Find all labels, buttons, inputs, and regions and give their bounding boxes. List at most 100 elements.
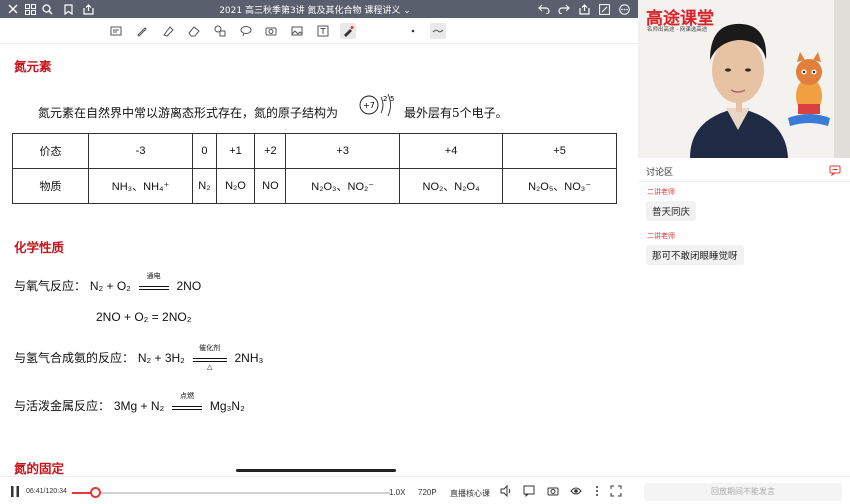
search-icon[interactable] bbox=[40, 2, 54, 16]
document-scrollbar[interactable] bbox=[236, 469, 396, 472]
reaction-oxygen-label: 与氧气反应： bbox=[14, 279, 87, 293]
table-cell: NO bbox=[254, 168, 287, 204]
reaction-metal-left: 3Mg + N₂ bbox=[113, 399, 165, 413]
reaction-oxygen-left: N₂ + O₂ bbox=[89, 279, 131, 293]
table-cell: +2 bbox=[254, 133, 287, 169]
close-icon[interactable] bbox=[6, 2, 20, 16]
annotation-toolbar bbox=[0, 18, 638, 44]
course-mode[interactable]: 直播核心课 bbox=[450, 488, 490, 499]
intro-text-a: 氮元素在自然界中常以游离态形式存在，氮的原子结构为 bbox=[38, 106, 339, 120]
chat-input[interactable]: 回放期间不能发言 bbox=[644, 483, 842, 501]
chat-title: 讨论区 bbox=[646, 168, 674, 178]
table-cell: N₂O₃、NO₂⁻ bbox=[285, 168, 400, 204]
danmaku-icon[interactable] bbox=[523, 485, 535, 497]
lasso-icon[interactable] bbox=[238, 23, 254, 39]
more-options-icon[interactable] bbox=[591, 485, 603, 497]
message-sender: 二讲老师 bbox=[647, 232, 675, 240]
table-cell: N₂O bbox=[215, 168, 256, 204]
camera-icon[interactable] bbox=[263, 23, 279, 39]
valence-table: 价态 -3 0 +1 +2 +3 +4 +5 物质 NH₃、NH₄⁺ N₂ N₂… bbox=[12, 133, 617, 204]
reaction-no-oxidation: 2NO + O₂ = 2NO₂ bbox=[96, 310, 191, 324]
reaction-no-oxidation-text: 2NO + O₂ = 2NO₂ bbox=[96, 310, 192, 324]
reaction-metal-arrow: 点燃 bbox=[172, 392, 203, 413]
more-icon[interactable] bbox=[617, 2, 631, 16]
heading-nitrogen: 氮元素 bbox=[14, 59, 52, 74]
stroke-style-icon[interactable] bbox=[430, 23, 446, 39]
chat-panel: 二讲老师 普天同庆 二讲老师 那可不敢闭眼睡觉呀 bbox=[638, 182, 850, 476]
export-icon[interactable] bbox=[577, 2, 591, 16]
bookmark-icon[interactable] bbox=[61, 2, 75, 16]
heading-chemical-properties: 化学性质 bbox=[14, 240, 65, 255]
table-header-substance: 物质 bbox=[12, 168, 89, 204]
video-quality[interactable]: 720P bbox=[418, 488, 437, 497]
reaction-metal: 与活泼金属反应： 3Mg + N₂ 点燃 Mg₃N₂ bbox=[14, 392, 245, 414]
dot-size-icon[interactable] bbox=[405, 23, 421, 39]
message-bubble: 普天同庆 bbox=[646, 201, 697, 221]
redo-icon[interactable] bbox=[557, 2, 571, 16]
reaction-metal-right: Mg₃N₂ bbox=[209, 399, 245, 413]
reaction-metal-condition: 点燃 bbox=[180, 391, 195, 400]
reaction-oxygen-right: 2NO bbox=[176, 279, 202, 293]
reaction-hydrogen-label: 与氢气合成氨的反应： bbox=[14, 351, 135, 365]
table-header-valence: 价态 bbox=[12, 133, 89, 169]
volume-icon[interactable] bbox=[500, 485, 512, 497]
table-row-substance: 物质 NH₃、NH₄⁺ N₂ N₂O NO N₂O₃、NO₂⁻ NO₂、N₂O₄… bbox=[12, 168, 617, 204]
playback-speed[interactable]: 1.0X bbox=[389, 488, 405, 497]
heading-nitrogen-fixation: 氮的固定 bbox=[14, 461, 65, 476]
share-icon[interactable] bbox=[81, 2, 95, 16]
chat-settings-icon[interactable] bbox=[829, 164, 841, 176]
table-cell: N₂O₅、NO₃⁻ bbox=[502, 168, 617, 204]
undo-icon[interactable] bbox=[537, 2, 551, 16]
atom-structure-diagram: +7 2 5 bbox=[359, 93, 394, 116]
reaction-hydrogen-left: N₂ + 3H₂ bbox=[137, 351, 185, 365]
top-bar: 2021 高三秋季第3讲 氮及其化合物 课程讲义 ⌄ bbox=[0, 0, 638, 18]
edit-icon[interactable] bbox=[597, 2, 611, 16]
image-icon[interactable] bbox=[289, 23, 305, 39]
teacher-video[interactable]: 高途课堂 名师出高途 · 网课选高途 bbox=[638, 0, 850, 158]
text-icon[interactable] bbox=[315, 23, 331, 39]
playback-time: 06:41/120:34 bbox=[26, 488, 67, 495]
screenshot-icon[interactable] bbox=[547, 485, 559, 497]
progress-knob[interactable] bbox=[90, 487, 101, 498]
reaction-hydrogen-right: 2NH₃ bbox=[234, 351, 264, 365]
table-cell: +4 bbox=[398, 133, 504, 169]
atom-shell-2: 5 bbox=[390, 95, 394, 103]
reaction-hydrogen-heat: △ bbox=[206, 362, 213, 371]
chat-header: 讨论区 bbox=[638, 158, 850, 182]
lecture-document: 氮元素 氮元素在自然界中常以游离态形式存在，氮的原子结构为 +7 2 5 最外层… bbox=[0, 44, 638, 476]
chat-input-area: 回放期间不能发言 bbox=[638, 476, 850, 504]
view-icon[interactable] bbox=[570, 485, 582, 497]
table-cell: NH₃、NH₄⁺ bbox=[87, 168, 194, 204]
highlighter-icon[interactable] bbox=[160, 23, 176, 39]
fullscreen-icon[interactable] bbox=[610, 485, 622, 497]
laser-pen-icon[interactable] bbox=[340, 23, 356, 39]
atom-shell-1: 2 bbox=[383, 95, 387, 103]
page-view-icon[interactable] bbox=[108, 23, 124, 39]
document-title[interactable]: 2021 高三秋季第3讲 氮及其化合物 课程讲义 ⌄ bbox=[190, 3, 440, 16]
table-row-valence: 价态 -3 0 +1 +2 +3 +4 +5 bbox=[12, 133, 617, 169]
shapes-icon[interactable] bbox=[212, 23, 228, 39]
reaction-hydrogen-arrow: 催化剂 △ bbox=[192, 344, 227, 371]
grid-icon[interactable] bbox=[23, 2, 37, 16]
progress-track[interactable] bbox=[72, 492, 390, 494]
reaction-oxygen-arrow: 通电 bbox=[138, 272, 169, 293]
table-cell: N₂ bbox=[192, 168, 217, 204]
reaction-oxygen-condition: 通电 bbox=[146, 271, 161, 280]
table-cell: +1 bbox=[215, 133, 256, 169]
reaction-oxygen: 与氧气反应： N₂ + O₂ 通电 2NO bbox=[14, 272, 202, 294]
table-cell: -3 bbox=[87, 133, 194, 169]
table-cell: NO₂、N₂O₄ bbox=[398, 168, 504, 204]
eraser-icon[interactable] bbox=[186, 23, 202, 39]
pause-icon[interactable] bbox=[10, 486, 20, 497]
reaction-hydrogen: 与氢气合成氨的反应： N₂ + 3H₂ 催化剂 △ 2NH₃ bbox=[14, 344, 264, 371]
message-bubble: 那可不敢闭眼睡觉呀 bbox=[646, 245, 744, 265]
brand-slogan: 名师出高途 · 网课选高途 bbox=[647, 27, 708, 33]
pen-icon[interactable] bbox=[134, 23, 150, 39]
playback-bar: 06:41/120:34 1.0X 720P 直播核心课 bbox=[0, 476, 638, 504]
table-cell: 0 bbox=[192, 133, 217, 169]
reaction-hydrogen-condition: 催化剂 bbox=[199, 343, 221, 352]
message-sender: 二讲老师 bbox=[647, 188, 675, 196]
table-cell: +5 bbox=[502, 133, 617, 169]
reaction-metal-label: 与活泼金属反应： bbox=[14, 399, 111, 413]
table-cell: +3 bbox=[285, 133, 400, 169]
